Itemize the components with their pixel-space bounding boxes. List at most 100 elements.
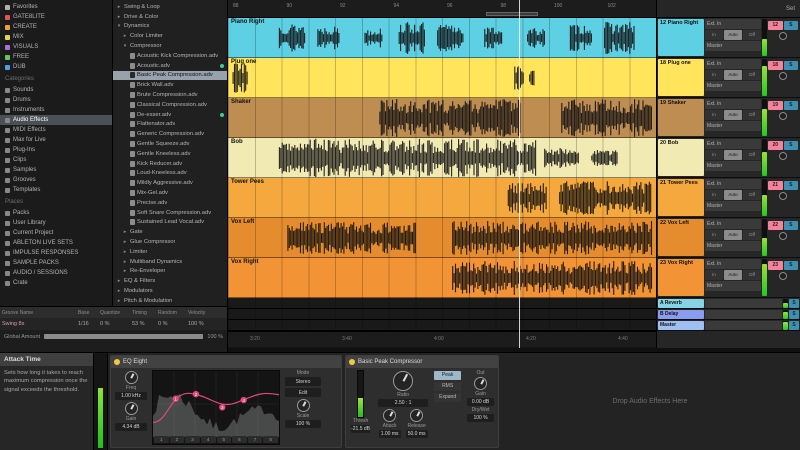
solo-button[interactable]: S xyxy=(784,61,799,70)
groove-value[interactable]: 0 % xyxy=(156,321,186,327)
device-drop-zone[interactable]: Drop Audio Effects Here xyxy=(502,355,798,448)
attack-knob[interactable] xyxy=(383,409,396,422)
ratio-value[interactable]: 2.50 : 1 xyxy=(378,399,428,407)
browser-file-precise-adv[interactable]: Precise.adv xyxy=(113,198,227,208)
eq-band-2[interactable]: 2 xyxy=(170,436,185,443)
monitor-in-button[interactable]: In xyxy=(705,150,723,160)
browser-folder-multiband-dynamics[interactable]: ▸Multiband Dynamics xyxy=(113,257,227,267)
browser-folder-pitch-modulation[interactable]: ▸Pitch & Modulation xyxy=(113,296,227,306)
monitor-in-button[interactable]: In xyxy=(705,190,723,200)
monitor-off-button[interactable]: Off xyxy=(743,30,761,40)
track-header-plug-one[interactable]: 18 Plug oneExt. InInAutoOffMaster18S xyxy=(657,58,800,98)
track-header-vox-right[interactable]: 23 Vox RightExt. InInAutoOffMaster23S xyxy=(657,258,800,298)
device-compressor[interactable]: Basic Peak Compressor Thresh -21.5 dB Ra… xyxy=(345,355,499,448)
collection-gate8lite[interactable]: GATE8LITE xyxy=(0,12,112,22)
drywet-value[interactable]: 100 % xyxy=(467,414,494,422)
track-title[interactable]: 23 Vox Right xyxy=(658,259,704,296)
comp-mode-peak[interactable]: Peak xyxy=(434,371,461,380)
time-ruler[interactable]: 3:203:404:004:204:40 xyxy=(228,331,656,347)
pan-knob[interactable] xyxy=(779,152,787,160)
monitor-auto-button[interactable]: Auto xyxy=(724,190,742,200)
browser-file-gentle-kneeless-adv[interactable]: Gentle Kneeless.adv xyxy=(113,149,227,159)
pan-knob[interactable] xyxy=(779,32,787,40)
place-audio-sessions[interactable]: AUDIO / SESSIONS xyxy=(0,268,112,278)
browser-folder-dynamics[interactable]: ▾Dynamics xyxy=(113,22,227,32)
browser-file-classical-compression-adv[interactable]: Classical Compression.adv xyxy=(113,100,227,110)
sidebar-item-grooves[interactable]: Grooves xyxy=(0,175,112,185)
audio-to-select[interactable]: Master xyxy=(705,161,761,171)
solo-button[interactable]: S xyxy=(789,321,799,330)
track-title[interactable]: 21 Tower Pees xyxy=(658,179,704,216)
collection-favorites[interactable]: Favorites xyxy=(0,2,112,12)
browser-file-basic-peak-compression-adv[interactable]: Basic Peak Compression.adv xyxy=(113,71,227,81)
audio-from-select[interactable]: Ext. In xyxy=(705,179,761,189)
return-lane-master[interactable] xyxy=(228,320,656,331)
out-gain-value[interactable]: 0.00 dB xyxy=(467,398,494,406)
sidebar-item-instruments[interactable]: Instruments xyxy=(0,105,112,115)
monitor-auto-button[interactable]: Auto xyxy=(724,150,742,160)
freq-value[interactable]: 1.00 kHz xyxy=(115,392,147,400)
scale-value[interactable]: 100 % xyxy=(285,420,321,428)
place-user-library[interactable]: User Library xyxy=(0,218,112,228)
monitor-off-button[interactable]: Off xyxy=(743,190,761,200)
solo-button[interactable]: S xyxy=(784,181,799,190)
browser-folder-limiter[interactable]: ▸Limiter xyxy=(113,247,227,257)
global-amount-slider[interactable] xyxy=(44,334,203,339)
sidebar-item-plug-ins[interactable]: Plug-Ins xyxy=(0,145,112,155)
collection-free[interactable]: FREE xyxy=(0,52,112,62)
browser-folder-compressor[interactable]: ▾Compressor xyxy=(113,41,227,51)
groove-value[interactable]: 0 % xyxy=(98,321,130,327)
audio-from-select[interactable]: Ext. In xyxy=(705,19,761,29)
monitor-auto-button[interactable]: Auto xyxy=(724,110,742,120)
solo-button[interactable]: S xyxy=(789,299,799,308)
browser-file-loud-kneeless-adv[interactable]: Loud-Kneeless.adv xyxy=(113,169,227,179)
track-lane-tower-pees[interactable]: Tower Pees xyxy=(228,178,656,218)
groove-row[interactable]: Swing 8s1/160 %53 %0 %100 % xyxy=(0,318,227,330)
eq-band-5[interactable]: 5 xyxy=(217,436,232,443)
eq-display[interactable]: 1234 12345678 xyxy=(152,370,280,445)
eq-title-bar[interactable]: EQ Eight xyxy=(111,356,341,368)
return-lane-a-reverb[interactable] xyxy=(228,298,656,309)
browser-file-brute-compression-adv[interactable]: Brute Compression.adv xyxy=(113,90,227,100)
track-title[interactable]: 18 Plug one xyxy=(658,59,704,96)
return-title[interactable]: B Delay xyxy=(658,310,704,319)
browser-file-kick-reducer-adv[interactable]: Kick Reducer.adv xyxy=(113,159,227,169)
eq-band-1[interactable]: 1 xyxy=(154,436,169,443)
browser-file-flattenator-adv[interactable]: Flattenator.adv xyxy=(113,120,227,130)
mode-select[interactable]: Stereo xyxy=(285,377,321,386)
collection-visuals[interactable]: VISUALS xyxy=(0,42,112,52)
place-packs[interactable]: Packs xyxy=(0,208,112,218)
gain-value[interactable]: 4.34 dB xyxy=(115,423,147,431)
beat-ruler[interactable]: 889092949698100102 xyxy=(228,0,656,18)
audio-from-select[interactable]: Ext. In xyxy=(705,139,761,149)
audio-to-select[interactable]: Master xyxy=(705,81,761,91)
return-header-a-reverb[interactable]: A ReverbS xyxy=(657,298,800,309)
return-routing[interactable] xyxy=(705,310,782,319)
comp-mode-expand[interactable]: Expand xyxy=(434,393,461,402)
browser-folder-modulators[interactable]: ▸Modulators xyxy=(113,286,227,296)
browser-file-mix-gel-adv[interactable]: Mix-Gel.adv xyxy=(113,188,227,198)
scale-knob[interactable] xyxy=(297,399,310,412)
sidebar-item-midi-effects[interactable]: MIDI Effects xyxy=(0,125,112,135)
monitor-in-button[interactable]: In xyxy=(705,270,723,280)
thresh-value[interactable]: -21.5 dB xyxy=(351,425,370,433)
collection-dub[interactable]: DUB xyxy=(0,62,112,72)
audio-to-select[interactable]: Master xyxy=(705,41,761,51)
loop-brace[interactable] xyxy=(486,12,538,16)
groove-value[interactable]: 53 % xyxy=(130,321,156,327)
solo-button[interactable]: S xyxy=(789,310,799,319)
browser-file-soft-snare-compression-adv[interactable]: Soft Snare Compression.adv xyxy=(113,208,227,218)
eq-band-8[interactable]: 8 xyxy=(263,436,278,443)
monitor-in-button[interactable]: In xyxy=(705,70,723,80)
track-header-shaker[interactable]: 19 ShakerExt. InInAutoOffMaster19S xyxy=(657,98,800,138)
audio-from-select[interactable]: Ext. In xyxy=(705,219,761,229)
collection-create[interactable]: CREATE xyxy=(0,22,112,32)
browser-file-sustained-lead-vocal-adv[interactable]: Sustained Lead Vocal.adv xyxy=(113,218,227,228)
device-eq-eight[interactable]: EQ Eight Freq 1.00 kHz Gain 4.34 dB 1234… xyxy=(110,355,342,448)
audio-to-select[interactable]: Master xyxy=(705,121,761,131)
attack-value[interactable]: 1.00 ms xyxy=(379,430,401,438)
pan-knob[interactable] xyxy=(779,72,787,80)
playhead[interactable] xyxy=(519,0,520,348)
sidebar-item-sounds[interactable]: Sounds xyxy=(0,85,112,95)
track-header-vox-left[interactable]: 22 Vox LeftExt. InInAutoOffMaster22S xyxy=(657,218,800,258)
